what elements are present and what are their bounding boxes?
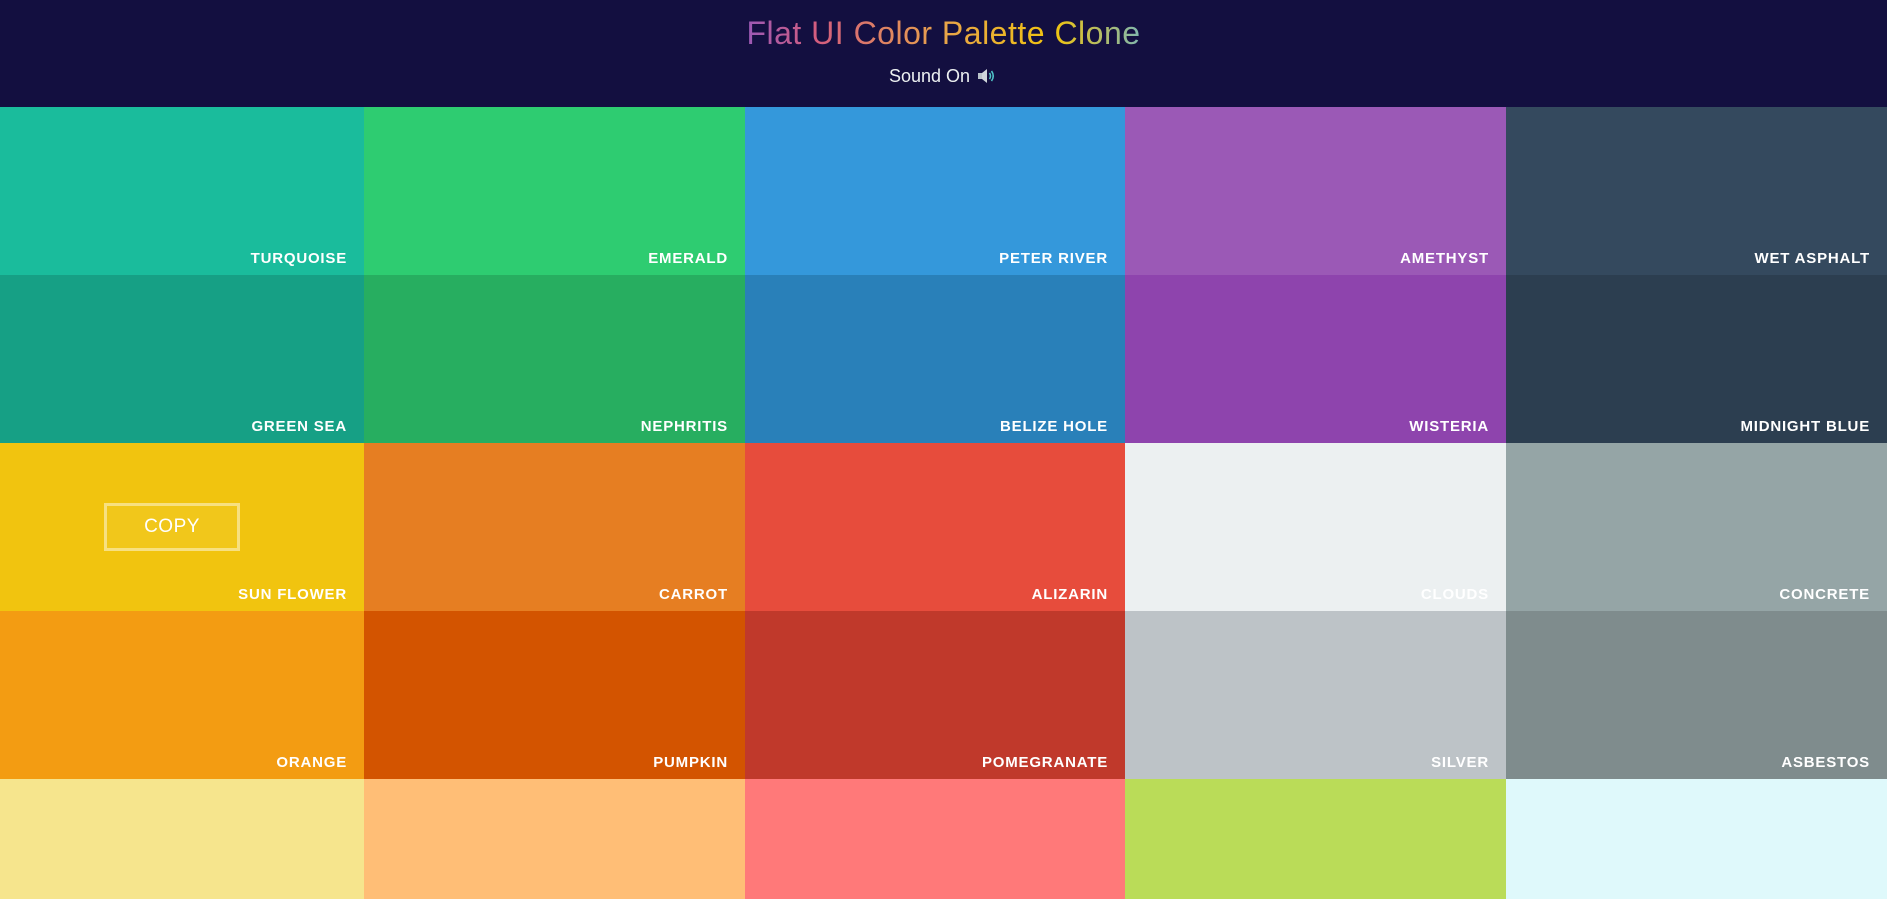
color-name: CARROT xyxy=(659,586,728,603)
color-tile[interactable]: WISTERIA xyxy=(1125,275,1506,443)
color-tile[interactable]: SILVER xyxy=(1125,611,1506,779)
color-tile[interactable] xyxy=(1506,779,1887,899)
color-tile[interactable]: GREEN SEA xyxy=(0,275,364,443)
color-tile[interactable]: PUMPKIN xyxy=(364,611,745,779)
color-tile[interactable]: AMETHYST xyxy=(1125,107,1506,275)
page-title: Flat UI Color Palette Clone xyxy=(746,15,1141,51)
color-tile[interactable]: EMERALD xyxy=(364,107,745,275)
color-name: SILVER xyxy=(1431,754,1489,771)
color-name: PETER RIVER xyxy=(999,250,1108,267)
color-tile[interactable]: BELIZE HOLE xyxy=(745,275,1125,443)
color-name: GREEN SEA xyxy=(251,418,347,435)
color-name: BELIZE HOLE xyxy=(1000,418,1108,435)
color-name: TURQUOISE xyxy=(250,250,347,267)
color-palette-grid: TURQUOISE EMERALD PETER RIVER AMETHYST W… xyxy=(0,107,1887,899)
color-name: ASBESTOS xyxy=(1781,754,1870,771)
color-tile[interactable] xyxy=(745,779,1125,899)
color-name: SUN FLOWER xyxy=(238,586,347,603)
color-name: CLOUDS xyxy=(1420,586,1489,603)
color-tile[interactable]: WET ASPHALT xyxy=(1506,107,1887,275)
color-name: NEPHRITIS xyxy=(640,418,728,435)
color-name: PUMPKIN xyxy=(653,754,728,771)
color-tile[interactable]: CONCRETE xyxy=(1506,443,1887,611)
color-name: AMETHYST xyxy=(1400,250,1489,267)
color-name: CONCRETE xyxy=(1779,586,1870,603)
color-tile[interactable]: NEPHRITIS xyxy=(364,275,745,443)
color-name: WISTERIA xyxy=(1409,418,1489,435)
color-tile[interactable] xyxy=(1125,779,1506,899)
speaker-icon xyxy=(976,66,998,86)
color-tile[interactable]: ALIZARIN xyxy=(745,443,1125,611)
color-tile[interactable]: ORANGE xyxy=(0,611,364,779)
sound-toggle[interactable]: Sound On xyxy=(889,65,998,87)
color-tile[interactable]: COPY SUN FLOWER xyxy=(0,443,364,611)
color-name: POMEGRANATE xyxy=(981,754,1108,771)
color-tile[interactable]: CARROT xyxy=(364,443,745,611)
color-name: WET ASPHALT xyxy=(1754,250,1870,267)
color-tile[interactable] xyxy=(364,779,745,899)
color-name: ORANGE xyxy=(276,754,347,771)
color-tile[interactable]: CLOUDS xyxy=(1125,443,1506,611)
color-tile[interactable]: ASBESTOS xyxy=(1506,611,1887,779)
color-name: ALIZARIN xyxy=(1031,586,1108,603)
color-tile[interactable]: MIDNIGHT BLUE xyxy=(1506,275,1887,443)
color-tile[interactable]: TURQUOISE xyxy=(0,107,364,275)
color-tile[interactable]: PETER RIVER xyxy=(745,107,1125,275)
color-tile[interactable] xyxy=(0,779,364,899)
copy-button[interactable]: COPY xyxy=(104,503,240,551)
page-header: Flat UI Color Palette Clone Sound On xyxy=(0,0,1887,107)
color-tile[interactable]: POMEGRANATE xyxy=(745,611,1125,779)
color-name: EMERALD xyxy=(648,250,728,267)
sound-label: Sound On xyxy=(888,66,971,86)
color-name: MIDNIGHT BLUE xyxy=(1740,418,1870,435)
